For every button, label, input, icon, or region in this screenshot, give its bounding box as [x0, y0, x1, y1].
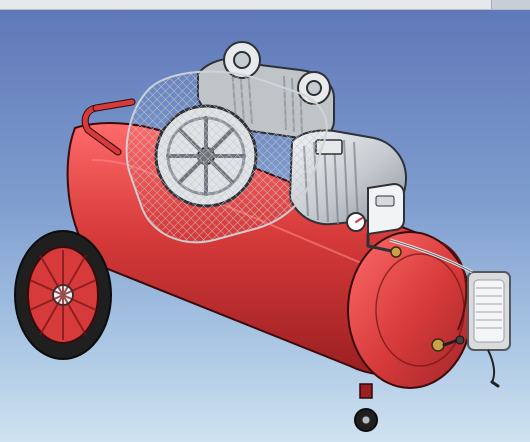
window-controls-area: [491, 0, 530, 9]
air-hose-reel: [467, 271, 511, 388]
3d-viewport[interactable]: [0, 10, 530, 442]
compressor-model[interactable]: [0, 10, 530, 442]
pressure-gauge: [346, 212, 366, 232]
window-top-bar: [0, 0, 530, 10]
app-window: [0, 0, 530, 442]
caster-wheel: [354, 383, 378, 432]
wheel: [14, 230, 112, 360]
